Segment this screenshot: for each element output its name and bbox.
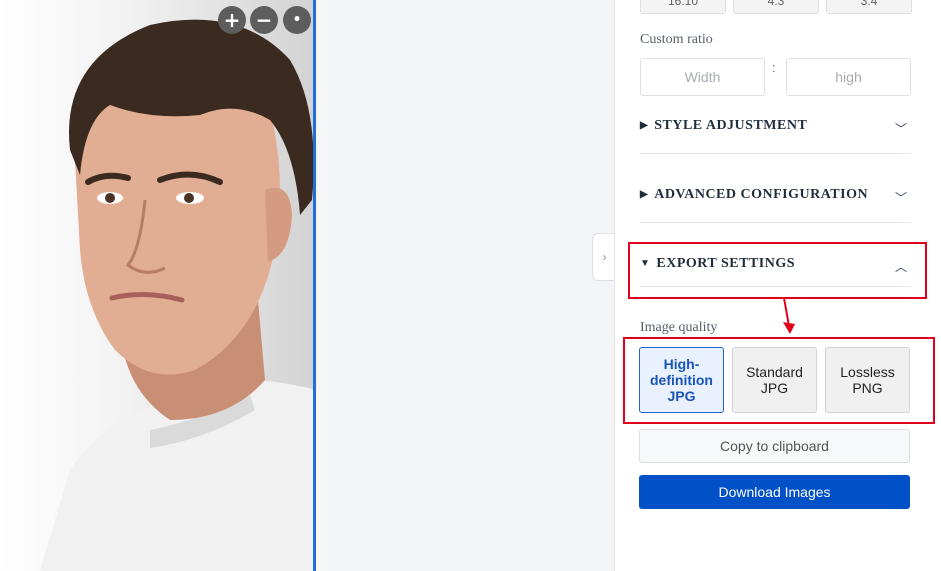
chevron-down-icon: ﹀ — [894, 122, 907, 136]
section-style-adjustment[interactable]: ▶ STYLE ADJUSTMENT ﹀ — [640, 108, 911, 154]
quality-option-hd-jpg[interactable]: High-definition JPG — [639, 347, 724, 413]
ratio-separator: : — [772, 60, 776, 75]
caret-right-icon: ▶ — [640, 120, 649, 131]
annotation-arrow — [783, 297, 795, 334]
copy-to-clipboard-button[interactable]: Copy to clipboard — [639, 429, 910, 463]
section-advanced-configuration[interactable]: ▶ ADVANCED CONFIGURATION ﹀ — [640, 177, 911, 223]
width-input[interactable] — [640, 58, 765, 96]
zoom-out-button[interactable]: − — [250, 6, 278, 34]
ratio-button[interactable]: 16:10 — [640, 0, 726, 14]
image-preview: + − • — [0, 0, 316, 571]
canvas-area — [316, 0, 614, 571]
caret-right-icon: ▶ — [640, 189, 649, 200]
portrait-photo — [40, 19, 316, 571]
download-images-button[interactable]: Download Images — [639, 475, 910, 509]
quality-option-standard-jpg[interactable]: Standard JPG — [732, 347, 817, 413]
ratio-button[interactable]: 3:4 — [826, 0, 912, 14]
custom-ratio-label: Custom ratio — [640, 32, 713, 47]
chevron-right-icon: › — [602, 250, 607, 264]
height-input[interactable] — [786, 58, 911, 96]
image-quality-label: Image quality — [640, 320, 718, 335]
ratio-button[interactable]: 4:3 — [733, 0, 819, 14]
canvas-background — [328, 0, 614, 571]
reset-zoom-button[interactable]: • — [283, 6, 311, 34]
chevron-down-icon: ﹀ — [894, 191, 907, 205]
panel-collapse-handle[interactable]: › — [592, 233, 616, 281]
zoom-in-button[interactable]: + — [218, 6, 246, 34]
section-title: ADVANCED CONFIGURATION — [654, 187, 869, 202]
annotation-highlight-box — [628, 242, 927, 299]
section-title: STYLE ADJUSTMENT — [654, 118, 808, 133]
quality-option-lossless-png[interactable]: Lossless PNG — [825, 347, 910, 413]
